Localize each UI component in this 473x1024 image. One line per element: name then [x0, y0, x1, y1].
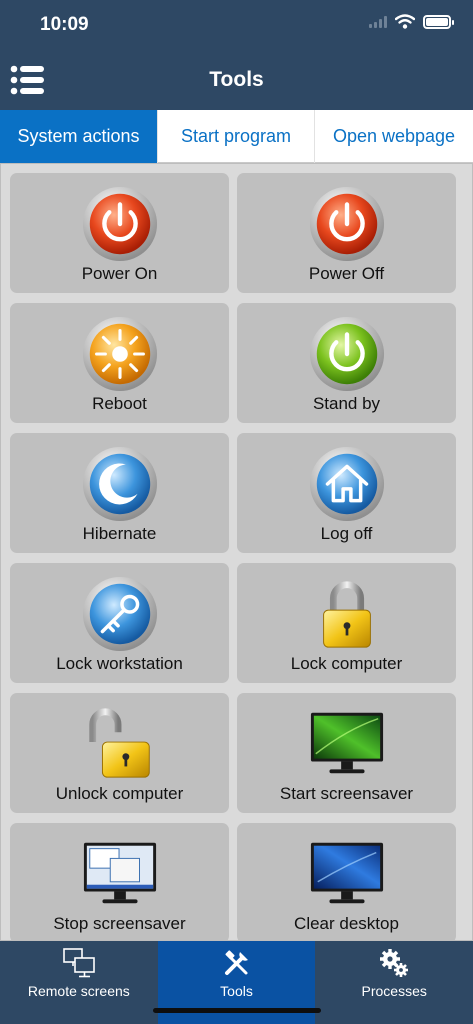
- action-label: Hibernate: [82, 524, 157, 543]
- status-bar: 10:09: [0, 0, 473, 50]
- power-on-icon: [82, 186, 157, 262]
- wifi-icon: [395, 14, 415, 29]
- action-label: Log off: [320, 524, 373, 543]
- top-tabs: System actions Start program Open webpag…: [0, 110, 473, 163]
- tools-icon: [224, 950, 248, 975]
- action-label: Start screensaver: [279, 784, 414, 803]
- power-on-button[interactable]: Power On: [10, 173, 229, 293]
- tab-system-actions[interactable]: System actions: [0, 110, 158, 163]
- reboot-icon: [82, 316, 157, 392]
- home-icon: [309, 446, 384, 522]
- action-label: Reboot: [92, 394, 147, 413]
- clear-desktop-button[interactable]: Clear desktop: [237, 823, 456, 940]
- monitor-screensaver-icon: [310, 712, 383, 774]
- hibernate-button[interactable]: Hibernate: [10, 433, 229, 553]
- status-icons: [369, 14, 454, 29]
- tab-start-program[interactable]: Start program: [158, 110, 315, 163]
- action-label: Stand by: [312, 394, 381, 413]
- tab-processes[interactable]: Processes: [315, 941, 473, 1024]
- tab-label: Processes: [361, 983, 427, 999]
- log-off-button[interactable]: Log off: [237, 433, 456, 553]
- moon-icon: [82, 446, 157, 522]
- start-screensaver-button[interactable]: Start screensaver: [237, 693, 456, 813]
- action-label: Power Off: [308, 264, 385, 283]
- standby-icon: [309, 316, 384, 392]
- action-label: Clear desktop: [294, 914, 399, 933]
- standby-button[interactable]: Stand by: [237, 303, 456, 423]
- action-label: Stop screensaver: [53, 914, 186, 933]
- action-label: Unlock computer: [55, 784, 184, 803]
- actions-panel: Power On Power Off Reboot Stand by Hiber…: [0, 163, 473, 941]
- lock-computer-button[interactable]: Lock computer: [237, 563, 456, 683]
- actions-grid: Power On Power Off Reboot Stand by Hiber…: [10, 173, 456, 940]
- power-off-icon: [309, 186, 384, 262]
- power-off-button[interactable]: Power Off: [237, 173, 456, 293]
- cellular-signal-icon: [369, 15, 387, 28]
- monitor-blue-icon: [310, 842, 383, 904]
- navigation-bar: Tools: [0, 50, 473, 110]
- tab-remote-screens[interactable]: Remote screens: [0, 941, 158, 1024]
- tab-open-webpage[interactable]: Open webpage: [315, 110, 473, 163]
- monitor-desktop-icon: [83, 842, 156, 904]
- action-label: Lock workstation: [56, 654, 183, 673]
- reboot-button[interactable]: Reboot: [10, 303, 229, 423]
- action-label: Power On: [81, 264, 158, 283]
- tab-label: Tools: [220, 983, 253, 999]
- home-indicator: [153, 1008, 321, 1013]
- tab-label: Remote screens: [27, 983, 130, 999]
- key-icon: [82, 576, 157, 652]
- padlock-open-icon: [88, 708, 150, 778]
- padlock-closed-icon: [322, 581, 371, 648]
- page-title: Tools: [209, 68, 264, 91]
- gears-icon: [380, 949, 409, 977]
- battery-icon: [423, 14, 454, 29]
- monitors-icon: [63, 948, 95, 978]
- status-time: 10:09: [40, 14, 89, 35]
- stop-screensaver-button[interactable]: Stop screensaver: [10, 823, 229, 940]
- action-label: Lock computer: [290, 654, 403, 673]
- unlock-computer-button[interactable]: Unlock computer: [10, 693, 229, 813]
- lock-workstation-button[interactable]: Lock workstation: [10, 563, 229, 683]
